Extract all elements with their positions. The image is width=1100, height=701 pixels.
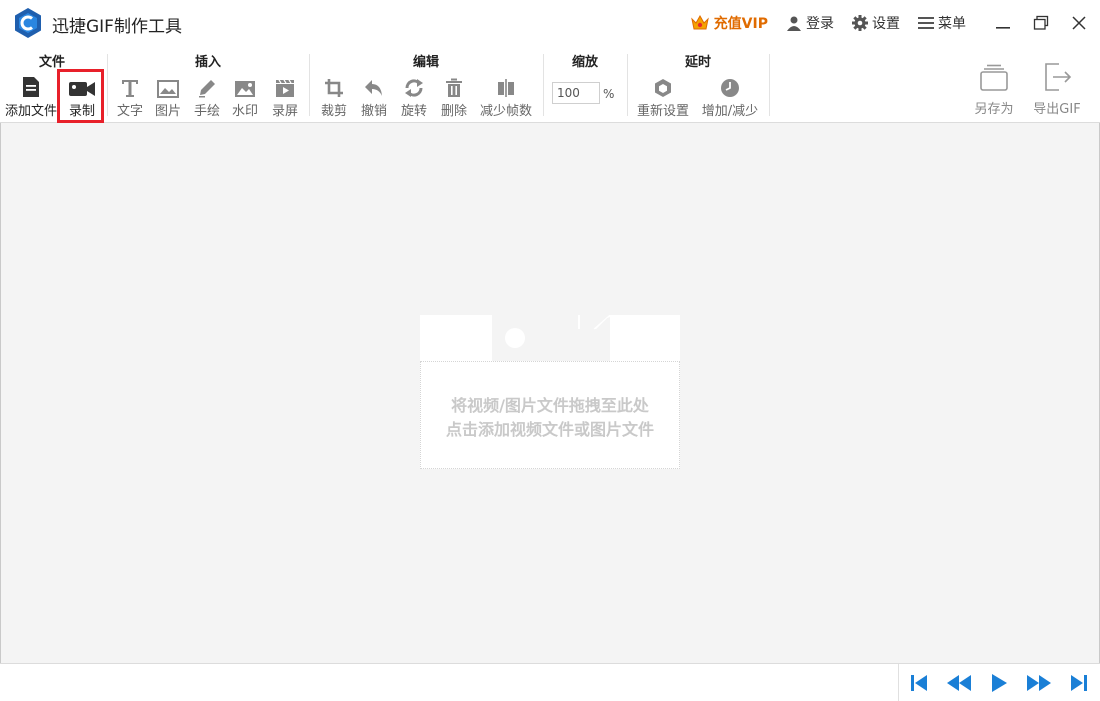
clock-icon (721, 79, 739, 97)
group-zoom-label: 缩放 (571, 55, 598, 70)
group-edit-label: 编辑 (412, 55, 439, 70)
group-insert-label: 插入 (194, 55, 221, 70)
skip-to-end-icon[interactable] (1068, 673, 1090, 693)
screen-record-button[interactable]: 录屏 (262, 76, 308, 119)
drop-hint-line1: 将视频/图片文件拖拽至此处 (451, 396, 649, 415)
minimize-button[interactable] (984, 0, 1022, 46)
menu-button[interactable]: 菜单 (918, 13, 966, 33)
rotate-icon (405, 79, 423, 97)
title-bar: 迅捷GIF制作工具 充值VIP 登录 设置 菜单 (0, 0, 1100, 46)
screen-record-label: 录屏 (271, 104, 298, 119)
drop-area[interactable]: 将视频/图片文件拖拽至此处 点击添加视频文件或图片文件 (420, 315, 680, 469)
add-file-button[interactable]: 添加文件 (2, 76, 60, 119)
gear-icon (852, 15, 868, 31)
app-title: 迅捷GIF制作工具 (52, 17, 182, 37)
user-icon (787, 16, 801, 31)
ribbon-toolbar: 文件 添加文件 录制 插入 文字 图片 手绘 水印 录屏 编辑 裁剪 撤销 旋转… (0, 46, 1100, 123)
login-label: 登录 (806, 16, 834, 32)
adjust-delay-button[interactable]: 增加/减少 (698, 76, 762, 119)
close-button[interactable] (1060, 0, 1098, 46)
text-icon (122, 80, 138, 97)
reduce-frames-label: 减少帧数 (479, 104, 532, 119)
hamburger-icon (918, 17, 934, 29)
play-icon[interactable] (988, 673, 1010, 693)
image-icon (157, 80, 179, 98)
separator (898, 664, 899, 701)
zoom-unit: % (603, 87, 615, 101)
undo-icon (365, 80, 382, 96)
record-highlight-box (57, 69, 104, 123)
crown-icon (690, 14, 709, 30)
settings-button[interactable]: 设置 (852, 13, 900, 33)
reset-hexagon-icon (655, 79, 671, 97)
rewind-icon[interactable] (946, 673, 972, 693)
drop-area-header (420, 315, 680, 361)
export-icon (1045, 63, 1072, 91)
group-delay-label: 延时 (684, 55, 711, 70)
restore-icon (1033, 15, 1049, 30)
crop-icon (325, 79, 343, 97)
pencil-icon (199, 80, 215, 98)
maximize-button[interactable] (1022, 0, 1060, 46)
separator (769, 54, 770, 116)
delete-button[interactable]: 删除 (431, 76, 477, 119)
watermark-image-icon (235, 81, 255, 97)
playback-bar (0, 663, 1100, 701)
group-file-label: 文件 (38, 55, 65, 70)
delete-label: 删除 (440, 104, 467, 119)
zoom-value: 100 (557, 86, 580, 100)
add-file-label: 添加文件 (4, 104, 57, 119)
fast-forward-icon[interactable] (1026, 673, 1052, 693)
frames-icon (498, 79, 514, 97)
close-icon (1072, 16, 1086, 30)
trash-icon (446, 78, 462, 97)
vip-button[interactable]: 充值VIP (690, 13, 768, 33)
settings-label: 设置 (872, 16, 900, 32)
file-icon (23, 77, 39, 97)
adjust-delay-label: 增加/减少 (701, 104, 759, 119)
vip-label: 充值VIP (713, 16, 768, 32)
drop-hint-line2: 点击添加视频文件或图片文件 (445, 420, 654, 439)
export-gif-label: 导出GIF (1033, 102, 1081, 117)
zoom-input[interactable]: 100 (552, 82, 600, 104)
reset-delay-label: 重新设置 (636, 104, 689, 119)
video-placeholder-icon (492, 315, 610, 361)
save-as-button[interactable]: 另存为 (964, 62, 1024, 117)
app-logo-icon (15, 8, 41, 38)
save-as-label: 另存为 (974, 102, 1014, 117)
export-gif-button[interactable]: 导出GIF (1027, 62, 1087, 117)
clapperboard-icon (276, 79, 294, 97)
menu-label: 菜单 (938, 16, 966, 32)
skip-to-start-icon[interactable] (908, 673, 930, 693)
login-button[interactable]: 登录 (786, 13, 834, 33)
minimize-icon (996, 27, 1010, 29)
reduce-frames-button[interactable]: 减少帧数 (476, 76, 536, 119)
save-as-stack-icon (980, 64, 1008, 91)
reset-delay-button[interactable]: 重新设置 (634, 76, 692, 119)
